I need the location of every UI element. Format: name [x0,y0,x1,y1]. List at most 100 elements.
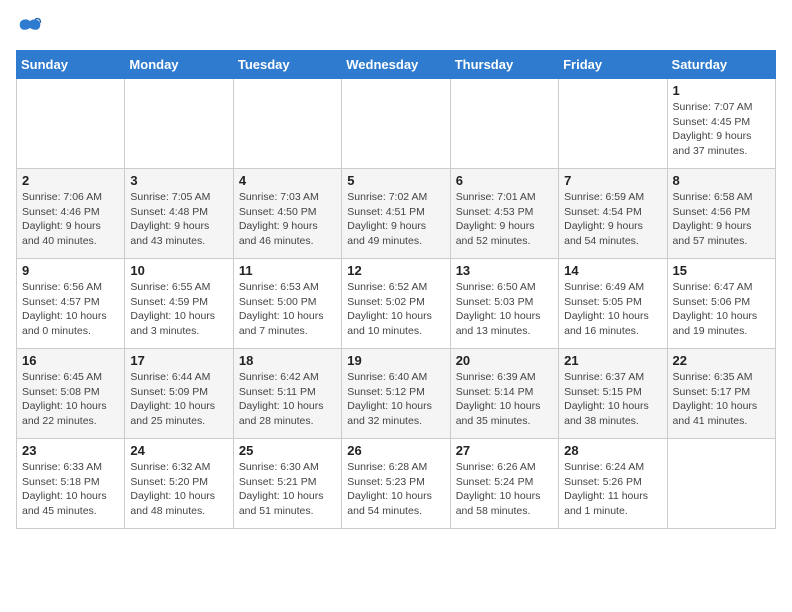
logo [16,16,42,40]
calendar-cell [17,79,125,169]
day-info: Sunrise: 6:28 AM Sunset: 5:23 PM Dayligh… [347,460,444,519]
weekday-header: Friday [559,51,667,79]
day-info: Sunrise: 6:53 AM Sunset: 5:00 PM Dayligh… [239,280,336,339]
day-info: Sunrise: 6:35 AM Sunset: 5:17 PM Dayligh… [673,370,770,429]
calendar-cell: 1 Sunrise: 7:07 AM Sunset: 4:45 PM Daylig… [667,79,775,169]
day-number: 20 [456,353,553,368]
day-info: Sunrise: 6:30 AM Sunset: 5:21 PM Dayligh… [239,460,336,519]
logo-bird-icon [18,16,42,40]
calendar-cell: 10 Sunrise: 6:55 AM Sunset: 4:59 PM Dayli… [125,259,233,349]
calendar-week-row: 2 Sunrise: 7:06 AM Sunset: 4:46 PM Daylig… [17,169,776,259]
header [16,16,776,40]
day-number: 17 [130,353,227,368]
calendar-cell: 12Sunrise: 6:52 AM Sunset: 5:02 PM Dayli… [342,259,450,349]
day-number: 19 [347,353,444,368]
calendar-cell: 3Sunrise: 7:05 AM Sunset: 4:48 PM Daylig… [125,169,233,259]
calendar-cell: 15 Sunrise: 6:47 AM Sunset: 5:06 PM Dayli… [667,259,775,349]
calendar-cell: 26 Sunrise: 6:28 AM Sunset: 5:23 PM Dayli… [342,439,450,529]
calendar-cell: 17 Sunrise: 6:44 AM Sunset: 5:09 PM Dayli… [125,349,233,439]
day-info: Sunrise: 6:40 AM Sunset: 5:12 PM Dayligh… [347,370,444,429]
calendar-cell: 20 Sunrise: 6:39 AM Sunset: 5:14 PM Dayli… [450,349,558,439]
calendar-cell: 18 Sunrise: 6:42 AM Sunset: 5:11 PM Dayli… [233,349,341,439]
day-number: 24 [130,443,227,458]
day-info: Sunrise: 7:03 AM Sunset: 4:50 PM Dayligh… [239,190,336,249]
calendar-cell [342,79,450,169]
calendar-cell: 16Sunrise: 6:45 AM Sunset: 5:08 PM Dayli… [17,349,125,439]
calendar-table: SundayMondayTuesdayWednesdayThursdayFrid… [16,50,776,529]
calendar-cell: 8Sunrise: 6:58 AM Sunset: 4:56 PM Daylig… [667,169,775,259]
day-number: 2 [22,173,119,188]
calendar-cell: 23Sunrise: 6:33 AM Sunset: 5:18 PM Dayli… [17,439,125,529]
day-info: Sunrise: 6:58 AM Sunset: 4:56 PM Dayligh… [673,190,770,249]
calendar-cell [233,79,341,169]
calendar-cell [667,439,775,529]
calendar-week-row: 16Sunrise: 6:45 AM Sunset: 5:08 PM Dayli… [17,349,776,439]
day-info: Sunrise: 6:56 AM Sunset: 4:57 PM Dayligh… [22,280,119,339]
day-info: Sunrise: 7:02 AM Sunset: 4:51 PM Dayligh… [347,190,444,249]
day-number: 23 [22,443,119,458]
day-info: Sunrise: 6:47 AM Sunset: 5:06 PM Dayligh… [673,280,770,339]
calendar-header-row: SundayMondayTuesdayWednesdayThursdayFrid… [17,51,776,79]
calendar-cell: 9 Sunrise: 6:56 AM Sunset: 4:57 PM Daylig… [17,259,125,349]
calendar-cell: 11 Sunrise: 6:53 AM Sunset: 5:00 PM Dayli… [233,259,341,349]
day-info: Sunrise: 6:37 AM Sunset: 5:15 PM Dayligh… [564,370,661,429]
day-number: 3 [130,173,227,188]
calendar-cell: 22 Sunrise: 6:35 AM Sunset: 5:17 PM Dayli… [667,349,775,439]
day-number: 10 [130,263,227,278]
calendar-cell: 7 Sunrise: 6:59 AM Sunset: 4:54 PM Daylig… [559,169,667,259]
calendar-cell: 13Sunrise: 6:50 AM Sunset: 5:03 PM Dayli… [450,259,558,349]
day-number: 12 [347,263,444,278]
day-number: 7 [564,173,661,188]
calendar-cell: 14 Sunrise: 6:49 AM Sunset: 5:05 PM Dayli… [559,259,667,349]
day-info: Sunrise: 6:49 AM Sunset: 5:05 PM Dayligh… [564,280,661,339]
day-number: 15 [673,263,770,278]
calendar-body: 1 Sunrise: 7:07 AM Sunset: 4:45 PM Daylig… [17,79,776,529]
calendar-cell: 6Sunrise: 7:01 AM Sunset: 4:53 PM Daylig… [450,169,558,259]
weekday-header: Sunday [17,51,125,79]
day-info: Sunrise: 7:06 AM Sunset: 4:46 PM Dayligh… [22,190,119,249]
calendar-cell: 19 Sunrise: 6:40 AM Sunset: 5:12 PM Dayli… [342,349,450,439]
calendar-cell: 25 Sunrise: 6:30 AM Sunset: 5:21 PM Dayli… [233,439,341,529]
day-info: Sunrise: 6:55 AM Sunset: 4:59 PM Dayligh… [130,280,227,339]
day-number: 21 [564,353,661,368]
day-number: 14 [564,263,661,278]
weekday-header: Wednesday [342,51,450,79]
weekday-header: Monday [125,51,233,79]
day-info: Sunrise: 6:50 AM Sunset: 5:03 PM Dayligh… [456,280,553,339]
day-info: Sunrise: 6:59 AM Sunset: 4:54 PM Dayligh… [564,190,661,249]
day-number: 27 [456,443,553,458]
calendar-week-row: 9 Sunrise: 6:56 AM Sunset: 4:57 PM Daylig… [17,259,776,349]
day-number: 16 [22,353,119,368]
day-info: Sunrise: 6:44 AM Sunset: 5:09 PM Dayligh… [130,370,227,429]
day-number: 22 [673,353,770,368]
calendar-cell: 5 Sunrise: 7:02 AM Sunset: 4:51 PM Daylig… [342,169,450,259]
day-number: 5 [347,173,444,188]
day-number: 25 [239,443,336,458]
day-info: Sunrise: 6:24 AM Sunset: 5:26 PM Dayligh… [564,460,661,519]
day-number: 11 [239,263,336,278]
day-info: Sunrise: 6:42 AM Sunset: 5:11 PM Dayligh… [239,370,336,429]
calendar-cell: 21 Sunrise: 6:37 AM Sunset: 5:15 PM Dayli… [559,349,667,439]
day-info: Sunrise: 6:39 AM Sunset: 5:14 PM Dayligh… [456,370,553,429]
calendar-cell: 4 Sunrise: 7:03 AM Sunset: 4:50 PM Daylig… [233,169,341,259]
day-number: 18 [239,353,336,368]
weekday-header: Tuesday [233,51,341,79]
day-info: Sunrise: 6:32 AM Sunset: 5:20 PM Dayligh… [130,460,227,519]
calendar-cell: 27 Sunrise: 6:26 AM Sunset: 5:24 PM Dayli… [450,439,558,529]
day-number: 26 [347,443,444,458]
calendar-cell [450,79,558,169]
day-info: Sunrise: 6:26 AM Sunset: 5:24 PM Dayligh… [456,460,553,519]
day-number: 4 [239,173,336,188]
day-number: 9 [22,263,119,278]
calendar-cell: 28 Sunrise: 6:24 AM Sunset: 5:26 PM Dayli… [559,439,667,529]
calendar-week-row: 1 Sunrise: 7:07 AM Sunset: 4:45 PM Daylig… [17,79,776,169]
calendar-cell [125,79,233,169]
calendar-cell [559,79,667,169]
calendar-cell: 2 Sunrise: 7:06 AM Sunset: 4:46 PM Daylig… [17,169,125,259]
day-number: 28 [564,443,661,458]
day-number: 1 [673,83,770,98]
weekday-header: Thursday [450,51,558,79]
calendar-week-row: 23Sunrise: 6:33 AM Sunset: 5:18 PM Dayli… [17,439,776,529]
day-info: Sunrise: 7:07 AM Sunset: 4:45 PM Dayligh… [673,100,770,159]
weekday-header: Saturday [667,51,775,79]
